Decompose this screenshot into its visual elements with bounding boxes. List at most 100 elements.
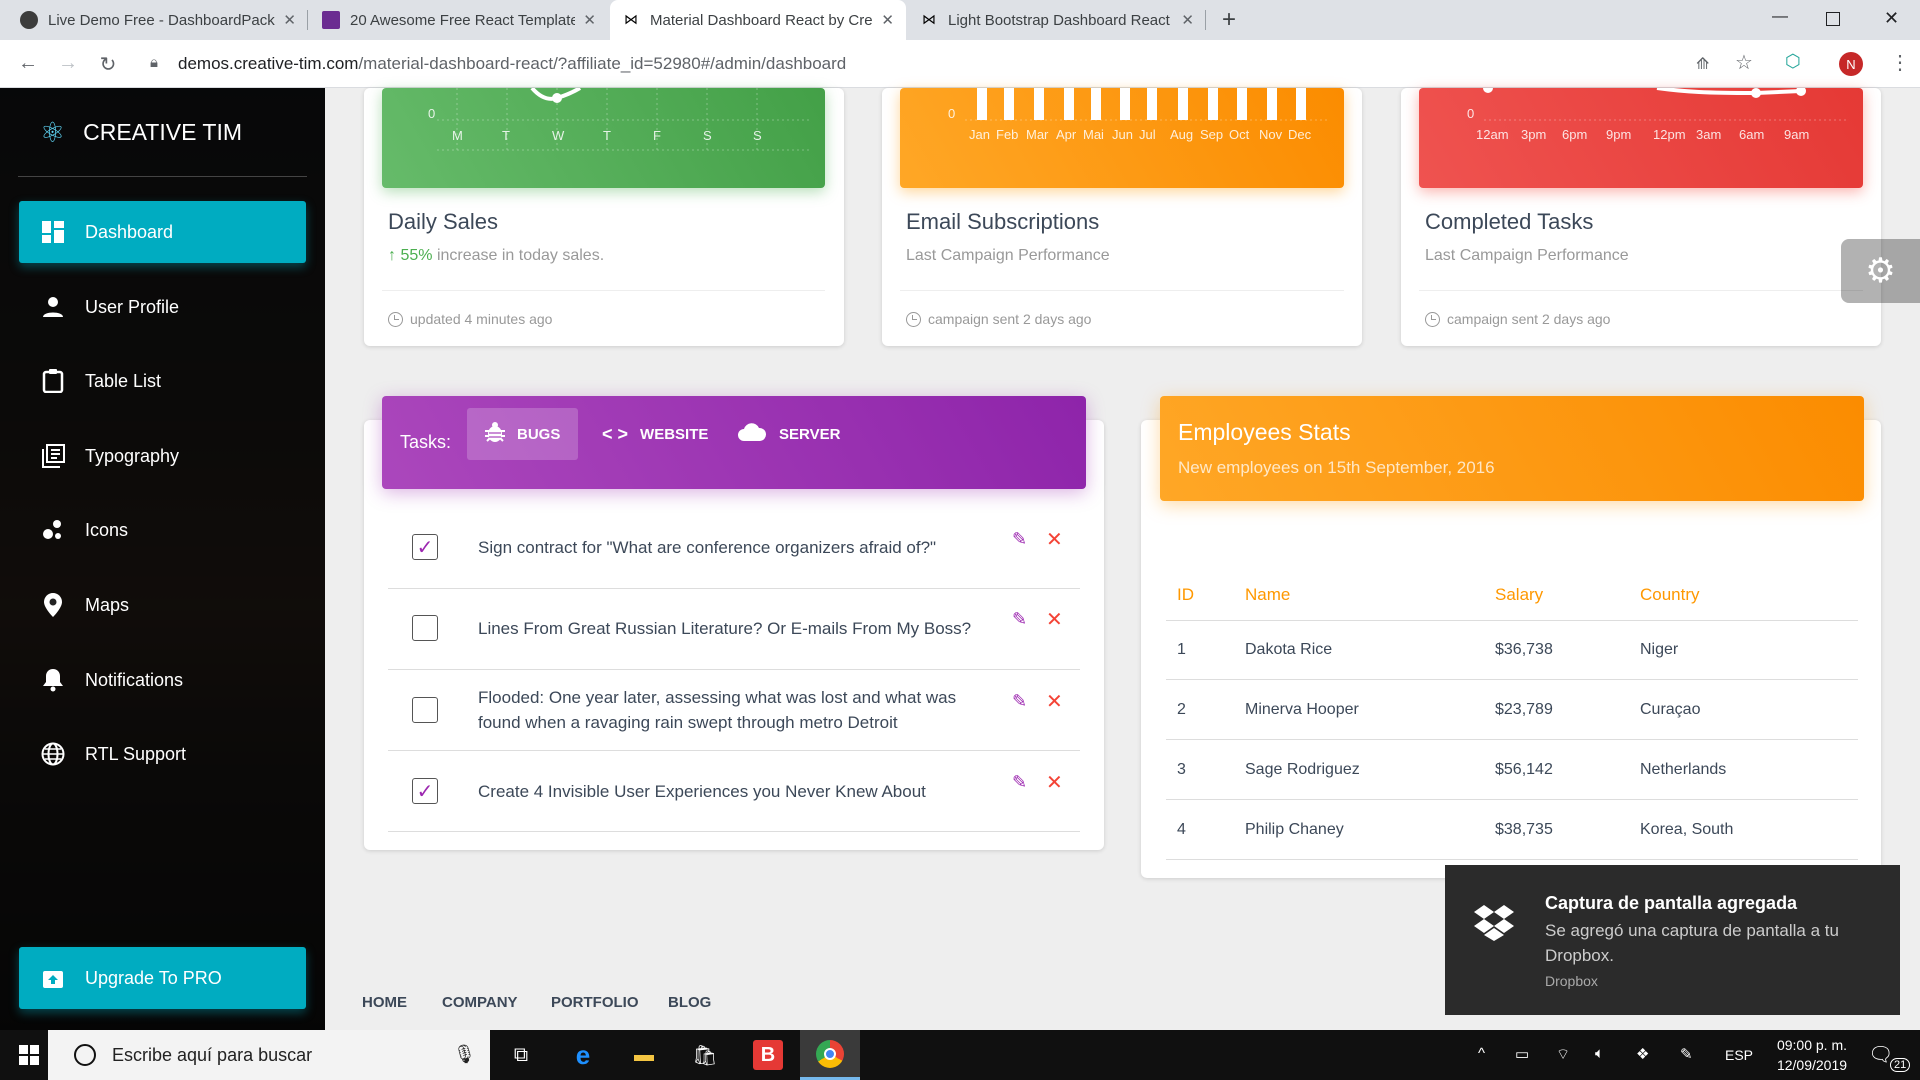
dashboard-icon [41, 220, 65, 244]
card-title: Completed Tasks [1425, 209, 1594, 234]
settings-gear-button[interactable]: ⚙ [1841, 239, 1920, 303]
browser-tab[interactable]: ⋈ Light Bootstrap Dashboard React ✕ [908, 0, 1206, 40]
extension-icon[interactable]: ⬡ [1785, 51, 1801, 72]
edit-pencil-icon[interactable]: ✎ [1012, 691, 1027, 712]
table-cell: $36,738 [1495, 641, 1553, 658]
card-footer: campaign sent 2 days ago [1425, 311, 1610, 327]
tab-website[interactable]: < > WEBSITE [584, 408, 726, 460]
close-tab-icon[interactable]: ✕ [881, 11, 894, 29]
menu-kebab-icon[interactable]: ⋮ [1890, 50, 1910, 75]
dropbox-tray-icon[interactable]: ❖ [1636, 1045, 1649, 1063]
battery-icon[interactable]: ▭ [1515, 1045, 1529, 1063]
translate-icon[interactable]: ⟰ [1696, 54, 1709, 74]
edit-pencil-icon[interactable]: ✎ [1012, 609, 1027, 630]
profile-avatar[interactable]: N [1839, 52, 1863, 76]
minimize-icon[interactable]: — [1772, 8, 1788, 26]
wifi-icon[interactable]: ⌔ [1556, 1045, 1570, 1064]
forward-icon[interactable]: → [56, 52, 80, 75]
sidebar-item-rtl-support[interactable]: RTL Support [19, 723, 306, 785]
footer-text: campaign sent 2 days ago [928, 311, 1092, 327]
remove-x-icon[interactable]: ✕ [1046, 607, 1063, 632]
table-cell: Dakota Rice [1245, 641, 1333, 658]
tray-expand-icon[interactable]: ^ [1478, 1045, 1485, 1062]
edge-icon[interactable]: e [568, 1040, 598, 1070]
bitdefender-icon[interactable]: B [753, 1040, 783, 1070]
footer-link-blog[interactable]: BLOG [668, 994, 711, 1011]
tab-bugs[interactable]: BUGS [467, 408, 579, 460]
browser-tab-active[interactable]: ⋈ Material Dashboard React by Creative T… [610, 0, 906, 40]
tab-server[interactable]: SERVER [719, 408, 858, 460]
sidebar-item-table-list[interactable]: Table List [19, 350, 306, 412]
browser-tab[interactable]: Live Demo Free - DashboardPack ✕ [8, 0, 308, 40]
footer-link-company[interactable]: COMPANY [442, 994, 518, 1011]
edit-pencil-icon[interactable]: ✎ [1012, 772, 1027, 793]
tab-label: BUGS [517, 425, 561, 443]
clock[interactable]: 09:00 p. m. 12/09/2019 [1772, 1035, 1852, 1075]
sidebar-item-dashboard[interactable]: Dashboard [19, 201, 306, 263]
table-cell: Curaçao [1640, 701, 1701, 718]
x-tick-label: Oct [1229, 127, 1250, 142]
dropbox-toast-notification[interactable]: Captura de pantalla agregada Se agregó u… [1445, 865, 1900, 1015]
footer-link-portfolio[interactable]: PORTFOLIO [551, 994, 639, 1011]
upgrade-to-pro-button[interactable]: Upgrade To PRO [19, 947, 306, 1009]
remove-x-icon[interactable]: ✕ [1046, 689, 1063, 714]
time: 09:00 p. m. [1776, 1037, 1848, 1053]
task-checkbox[interactable]: ✓ [412, 778, 438, 804]
volume-icon[interactable]: 🔈︎ [1595, 1045, 1604, 1062]
language-indicator[interactable]: ESP [1725, 1047, 1753, 1063]
divider [18, 176, 307, 177]
date: 12/09/2019 [1776, 1057, 1848, 1073]
windows-start-icon[interactable] [14, 1040, 44, 1070]
table-row-divider [1166, 739, 1858, 740]
close-window-icon[interactable]: ✕ [1884, 8, 1899, 29]
store-icon[interactable]: 🛍︎ [690, 1040, 720, 1070]
x-tick-label: Jun [1112, 127, 1133, 142]
column-header: Name [1245, 585, 1291, 604]
notification-count-badge: 21 [1890, 1058, 1911, 1072]
increase-value: 55% [400, 247, 433, 264]
x-tick-label: Apr [1056, 127, 1077, 142]
taskbar-search-input[interactable]: Escribe aquí para buscar 🎙︎ [48, 1030, 490, 1080]
x-tick-label: 12am [1476, 127, 1509, 142]
restore-icon[interactable] [1826, 12, 1840, 26]
x-tick-label: 6pm [1562, 127, 1588, 142]
unarchive-icon [41, 966, 65, 990]
new-tab-icon[interactable]: + [1222, 6, 1236, 34]
bookmark-star-icon[interactable]: ☆ [1735, 50, 1753, 75]
footer-link-home[interactable]: HOME [362, 994, 407, 1011]
card-footer: updated 4 minutes ago [388, 311, 552, 327]
brand-logo[interactable]: ⚛ CREATIVE TIM [40, 116, 242, 149]
remove-x-icon[interactable]: ✕ [1046, 770, 1063, 795]
task-row: Lines From Great Russian Literature? Or … [388, 589, 1080, 670]
task-checkbox[interactable] [412, 615, 438, 641]
browser-tab[interactable]: 20 Awesome Free React Templates ✕ [310, 0, 608, 40]
task-checkbox[interactable]: ✓ [412, 534, 438, 560]
divider [382, 290, 825, 291]
chrome-taskbar-button[interactable] [800, 1030, 860, 1080]
sidebar-item-user-profile[interactable]: User Profile [19, 276, 306, 338]
microphone-icon[interactable]: 🎙︎ [453, 1044, 476, 1065]
bubble-chart-icon [41, 518, 65, 542]
cloud-icon [737, 422, 767, 447]
task-checkbox[interactable] [412, 697, 438, 723]
remove-x-icon[interactable]: ✕ [1046, 527, 1063, 552]
close-tab-icon[interactable]: ✕ [583, 11, 596, 29]
completed-tasks-chart: 0 12am 3pm 6pm 9pm 12pm 3am 6am 9am [1419, 88, 1863, 188]
sidebar-item-icons[interactable]: Icons [19, 499, 306, 561]
sidebar-item-typography[interactable]: Typography [19, 425, 306, 487]
task-view-icon[interactable]: ⧉ [506, 1040, 536, 1070]
reload-icon[interactable]: ↻ [96, 52, 120, 77]
sidebar-item-maps[interactable]: Maps [19, 574, 306, 636]
file-explorer-icon[interactable]: ▬ [629, 1040, 659, 1070]
edit-pencil-icon[interactable]: ✎ [1012, 529, 1027, 550]
close-tab-icon[interactable]: ✕ [283, 11, 296, 29]
close-tab-icon[interactable]: ✕ [1181, 11, 1194, 29]
x-tick-label: 9pm [1606, 127, 1632, 142]
sidebar-item-notifications[interactable]: Notifications [19, 649, 306, 711]
tab-title: Light Bootstrap Dashboard React [948, 11, 1170, 29]
url-input[interactable]: 🔒︎ demos.creative-tim.com/material-dashb… [138, 46, 1818, 82]
x-tick-label: S [753, 128, 762, 143]
back-icon[interactable]: ← [16, 52, 40, 75]
clock-icon [906, 311, 921, 327]
pen-icon[interactable]: ✎ [1680, 1045, 1693, 1063]
